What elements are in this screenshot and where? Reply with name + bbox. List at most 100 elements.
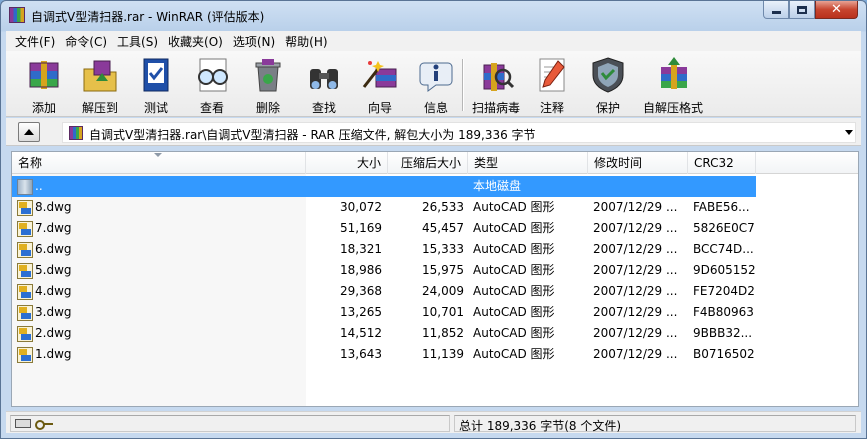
drive-icon[interactable] <box>15 419 31 428</box>
status-right-pane: 总计 189,336 字节(8 个文件) <box>454 415 856 433</box>
add-archive-icon <box>24 55 64 95</box>
file-size: 29,368 <box>340 284 382 298</box>
column-type[interactable]: 类型 <box>468 152 588 174</box>
key-icon[interactable] <box>35 420 53 430</box>
dwg-file-icon <box>17 284 33 300</box>
view-button[interactable]: 查看 <box>186 54 238 115</box>
file-row[interactable]: 6.dwg 18,321 15,333 AutoCAD 图形 2007/12/29 ..… <box>12 239 858 260</box>
extract-to-icon <box>80 55 120 95</box>
maximize-icon <box>797 5 807 14</box>
test-button[interactable]: 测试 <box>130 54 182 115</box>
wizard-button[interactable]: 向导 <box>354 54 406 115</box>
file-row[interactable]: 5.dwg 18,986 15,975 AutoCAD 图形 2007/12/29 ..… <box>12 260 858 281</box>
wizard-label: 向导 <box>367 101 392 115</box>
file-size: 18,986 <box>340 263 382 277</box>
column-modified-label: 修改时间 <box>594 156 643 170</box>
status-summary: 总计 189,336 字节(8 个文件) <box>459 419 622 433</box>
file-size: 51,169 <box>340 221 382 235</box>
parent-folder-row[interactable]: .. 本地磁盘 <box>12 176 858 197</box>
file-packed-size: 26,533 <box>422 200 464 214</box>
file-packed-size: 11,139 <box>422 347 464 361</box>
extract-to-button[interactable]: 解压到 <box>74 54 126 115</box>
up-arrow-icon <box>24 129 34 135</box>
sfx-icon <box>653 55 693 95</box>
file-row[interactable]: 1.dwg 13,643 11,139 AutoCAD 图形 2007/12/29 ..… <box>12 344 858 365</box>
close-button[interactable]: ✕ <box>815 1 858 19</box>
file-row[interactable]: 8.dwg 30,072 26,533 AutoCAD 图形 2007/12/29 ..… <box>12 197 858 218</box>
menu-bar: 文件(F) 命令(C) 工具(S) 收藏夹(O) 选项(N) 帮助(H) <box>6 31 861 51</box>
file-name: 5.dwg <box>35 263 72 277</box>
dwg-file-icon <box>17 242 33 258</box>
file-type: AutoCAD 图形 <box>473 326 555 340</box>
virus-scan-button[interactable]: 扫描病毒 <box>470 54 522 115</box>
delete-label: 删除 <box>255 101 280 115</box>
status-left-pane <box>10 415 450 432</box>
file-packed-size: 15,333 <box>422 242 464 256</box>
file-crc: 9D605152 <box>693 263 756 277</box>
column-packed[interactable]: 压缩后大小 <box>388 152 468 174</box>
add-button[interactable]: 添加 <box>18 54 70 115</box>
parent-folder-type: 本地磁盘 <box>473 179 522 193</box>
file-size: 18,321 <box>340 242 382 256</box>
column-crc[interactable]: CRC32 <box>688 152 756 174</box>
file-type: AutoCAD 图形 <box>473 305 555 319</box>
info-icon <box>416 55 456 95</box>
file-name: 7.dwg <box>35 221 72 235</box>
file-modified: 2007/12/29 ... <box>593 305 678 319</box>
find-label: 查找 <box>311 101 336 115</box>
file-list[interactable]: 名称 大小 压缩后大小 类型 修改时间 CRC32 .. 本地磁盘 8.dwg 3… <box>11 151 859 407</box>
menu-help[interactable]: 帮助(H) <box>280 33 332 50</box>
title-bar[interactable]: 自调式V型清扫器.rar - WinRAR (评估版本) ✕ <box>1 1 866 31</box>
find-button[interactable]: 查找 <box>298 54 350 115</box>
info-label: 信息 <box>423 101 448 115</box>
comment-button[interactable]: 注释 <box>526 54 578 115</box>
dwg-file-icon <box>17 263 33 279</box>
file-packed-size: 45,457 <box>422 221 464 235</box>
file-crc: B0716502 <box>693 347 755 361</box>
sfx-button[interactable]: 自解压格式 <box>638 54 708 115</box>
path-field[interactable]: 自调式V型清扫器.rar\自调式V型清扫器 - RAR 压缩文件, 解包大小为 … <box>62 122 856 143</box>
file-row[interactable]: 4.dwg 29,368 24,009 AutoCAD 图形 2007/12/29 ..… <box>12 281 858 302</box>
virus-scan-label: 扫描病毒 <box>471 101 520 115</box>
delete-icon <box>248 55 288 95</box>
column-size[interactable]: 大小 <box>306 152 388 174</box>
column-size-label: 大小 <box>356 156 381 170</box>
info-button[interactable]: 信息 <box>410 54 462 115</box>
menu-commands[interactable]: 命令(C) <box>60 33 112 50</box>
menu-tools[interactable]: 工具(S) <box>112 33 163 50</box>
chevron-down-icon[interactable] <box>845 130 853 135</box>
delete-button[interactable]: 删除 <box>242 54 294 115</box>
extract-to-label: 解压到 <box>81 101 118 115</box>
file-size: 13,265 <box>340 305 382 319</box>
column-type-label: 类型 <box>474 156 499 170</box>
protect-button[interactable]: 保护 <box>582 54 634 115</box>
file-type: AutoCAD 图形 <box>473 284 555 298</box>
up-one-level-button[interactable] <box>18 122 40 142</box>
column-modified[interactable]: 修改时间 <box>588 152 688 174</box>
minimize-button[interactable] <box>763 1 789 19</box>
file-size: 13,643 <box>340 347 382 361</box>
file-type: AutoCAD 图形 <box>473 242 555 256</box>
file-modified: 2007/12/29 ... <box>593 242 678 256</box>
file-name: 8.dwg <box>35 200 72 214</box>
winrar-app-icon[interactable] <box>9 7 25 23</box>
archive-icon <box>69 126 83 140</box>
file-modified: 2007/12/29 ... <box>593 263 678 277</box>
file-row[interactable]: 7.dwg 51,169 45,457 AutoCAD 图形 2007/12/29 ..… <box>12 218 858 239</box>
file-row[interactable]: 3.dwg 13,265 10,701 AutoCAD 图形 2007/12/29 ..… <box>12 302 858 323</box>
virus-scan-icon <box>476 55 516 95</box>
window-title: 自调式V型清扫器.rar - WinRAR (评估版本) <box>31 10 265 24</box>
add-label: 添加 <box>31 101 56 115</box>
file-crc: FE7204D2 <box>693 284 755 298</box>
menu-options[interactable]: 选项(N) <box>228 33 280 50</box>
menu-favorites[interactable]: 收藏夹(O) <box>163 33 228 50</box>
menu-file[interactable]: 文件(F) <box>10 33 60 50</box>
find-icon <box>304 55 344 95</box>
file-row[interactable]: 2.dwg 14,512 11,852 AutoCAD 图形 2007/12/29 ..… <box>12 323 858 344</box>
column-name[interactable]: 名称 <box>12 152 306 174</box>
wizard-icon <box>360 55 400 95</box>
column-name-label: 名称 <box>18 156 43 170</box>
maximize-button[interactable] <box>789 1 815 19</box>
close-icon: ✕ <box>831 2 842 17</box>
address-bar: 自调式V型清扫器.rar\自调式V型清扫器 - RAR 压缩文件, 解包大小为 … <box>6 118 861 146</box>
